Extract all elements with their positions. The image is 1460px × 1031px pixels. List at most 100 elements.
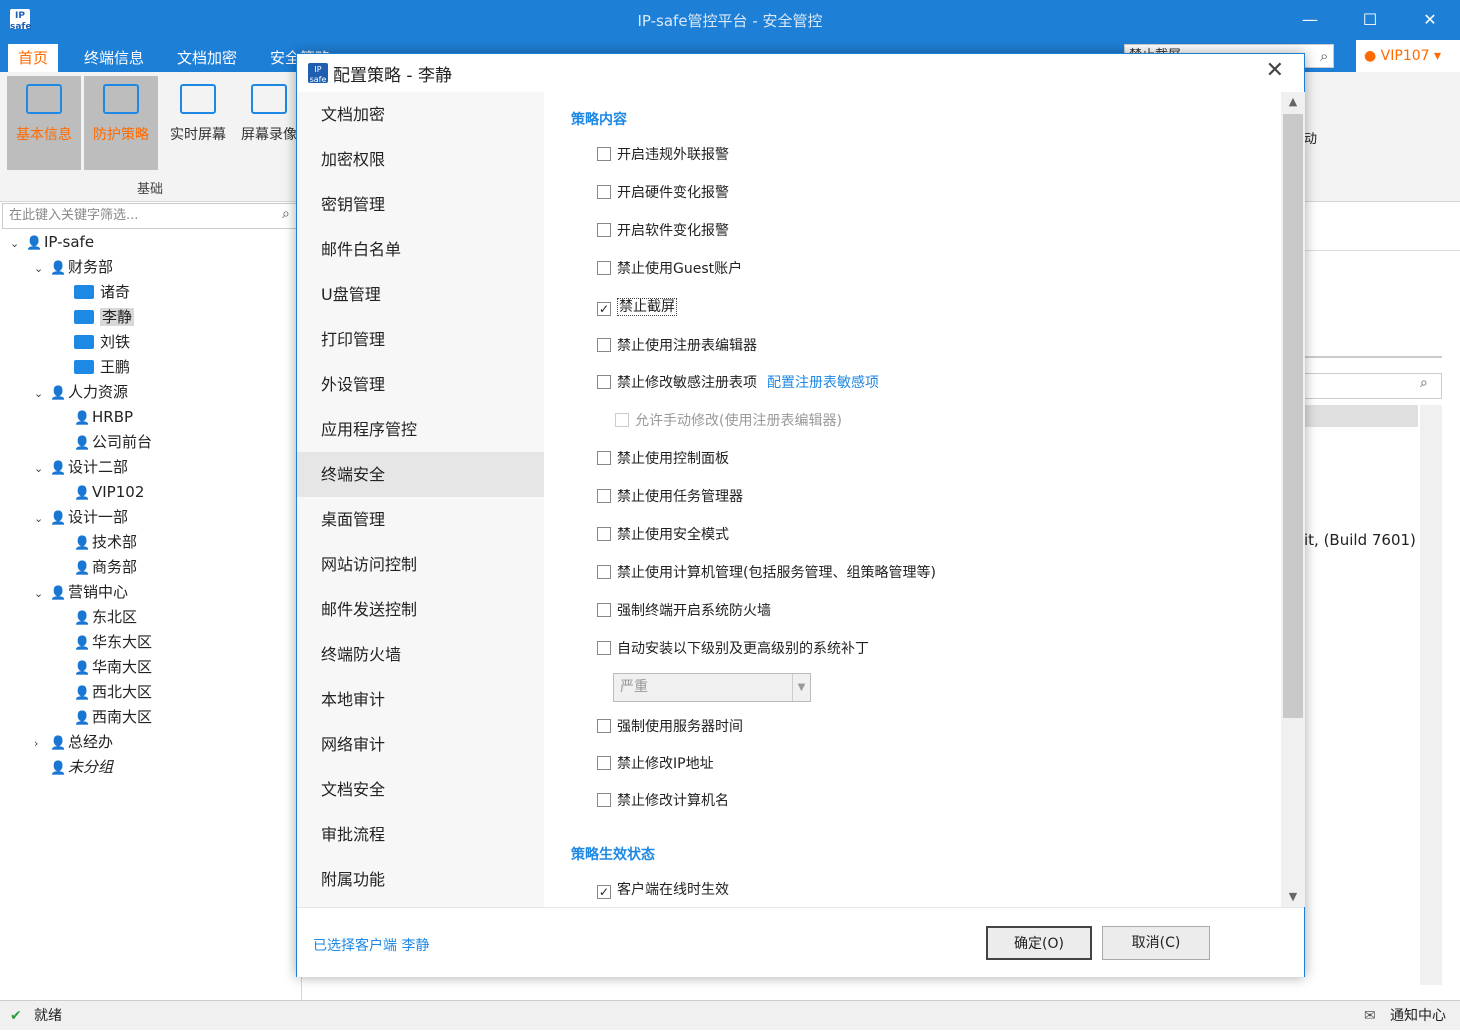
nav-item[interactable]: 应用程序管控 [297, 407, 544, 452]
tree-item-group[interactable]: 👤 技术部 [58, 530, 137, 554]
screen-record-button[interactable]: 屏幕录像 [238, 76, 300, 170]
tab-home[interactable]: 首页 [8, 44, 59, 72]
tree-item-group[interactable]: ⌄ 👤 设计二部 [34, 455, 128, 479]
expand-arrow-icon[interactable]: ⌄ [34, 382, 50, 406]
nav-item[interactable]: 打印管理 [297, 317, 544, 362]
user-menu[interactable]: ● VIP107 ▾ [1356, 40, 1460, 72]
checkbox[interactable] [597, 641, 611, 655]
checkbox[interactable]: ✓ [597, 885, 611, 899]
policy-option[interactable]: 禁止修改计算机名 [597, 790, 729, 812]
checkbox[interactable] [597, 223, 611, 237]
policy-option[interactable]: 强制使用服务器时间 [597, 716, 743, 738]
detail-scrollbar[interactable] [1420, 405, 1442, 985]
checkbox[interactable] [597, 261, 611, 275]
scroll-down-icon[interactable]: ▼ [1281, 887, 1305, 907]
policy-option[interactable]: 开启软件变化报警 [597, 220, 729, 242]
nav-item[interactable]: 终端安全 [297, 452, 544, 497]
tree-item-group[interactable]: 👤 西南大区 [58, 705, 152, 729]
checkbox[interactable] [615, 413, 629, 427]
checkbox[interactable] [597, 338, 611, 352]
basic-info-button[interactable]: 基本信息 [7, 76, 81, 170]
option-online-effective[interactable]: ✓ 客户端在线时生效 [597, 879, 729, 901]
scroll-thumb[interactable] [1283, 114, 1303, 718]
policy-option[interactable]: 禁止使用注册表编辑器 [597, 335, 757, 357]
ok-button[interactable]: 确定(O) [986, 926, 1092, 960]
tree-item-group[interactable]: ⌄ 👤 营销中心 [34, 580, 128, 604]
policy-option[interactable]: 强制终端开启系统防火墙 [597, 600, 771, 622]
tree-item-group[interactable]: 👤 HRBP [58, 405, 133, 429]
maximize-button[interactable]: ☐ [1350, 6, 1390, 34]
tab-doc-encrypt[interactable]: 文档加密 [167, 44, 247, 72]
expand-arrow-icon[interactable]: ⌄ [34, 457, 50, 481]
checkbox[interactable] [597, 793, 611, 807]
policy-option[interactable]: 开启硬件变化报警 [597, 182, 729, 204]
search-icon[interactable]: ⌕ [1420, 375, 1428, 391]
tree-item-group[interactable]: 👤 西北大区 [58, 680, 152, 704]
nav-item[interactable]: 文档加密 [297, 92, 544, 137]
tree-item-group[interactable]: 👤 商务部 [58, 555, 137, 579]
checkbox[interactable] [597, 756, 611, 770]
tree-item-client[interactable]: 王鹏 [58, 355, 130, 379]
checkbox[interactable] [597, 185, 611, 199]
checkbox[interactable] [597, 527, 611, 541]
checkbox[interactable]: ✓ [597, 302, 611, 316]
close-button[interactable]: ✕ [1410, 6, 1450, 34]
notification-center[interactable]: 通知中心 [1390, 1001, 1446, 1031]
expand-arrow-icon[interactable]: ⌄ [34, 507, 50, 531]
policy-option[interactable]: 禁止使用安全模式 [597, 524, 729, 546]
tree-item-group[interactable]: ⌄ 👤 人力资源 [34, 380, 128, 404]
checkbox[interactable] [597, 603, 611, 617]
tree-item-group[interactable]: 👤 VIP102 [58, 480, 144, 504]
checkbox[interactable] [597, 565, 611, 579]
nav-item[interactable]: 邮件白名单 [297, 227, 544, 272]
tree-item-group[interactable]: › 👤 总经办 [34, 730, 113, 754]
policy-option[interactable]: 禁止修改IP地址 [597, 753, 714, 775]
cancel-button[interactable]: 取消(C) [1102, 926, 1210, 960]
filter-input[interactable]: 在此键入关键字筛选... [2, 203, 302, 229]
checkbox[interactable] [597, 147, 611, 161]
nav-item[interactable]: 外设管理 [297, 362, 544, 407]
protection-policy-button[interactable]: 防护策略 [84, 76, 158, 170]
expand-arrow-icon[interactable]: ⌄ [34, 582, 50, 606]
nav-item[interactable]: 附属功能 [297, 857, 544, 902]
nav-item[interactable]: 本地审计 [297, 677, 544, 722]
tree-item-client[interactable]: 刘铁 [58, 330, 130, 354]
tree-item-client[interactable]: 李静 [58, 305, 135, 329]
tree-item-group[interactable]: 👤 华东大区 [58, 630, 152, 654]
content-scrollbar[interactable]: ▲ ▼ [1281, 92, 1305, 907]
policy-option[interactable]: 禁止使用Guest账户 [597, 258, 742, 280]
expand-arrow-icon[interactable]: ⌄ [10, 232, 26, 256]
nav-item[interactable]: 密钥管理 [297, 182, 544, 227]
nav-item[interactable]: 终端防火墙 [297, 632, 544, 677]
tree-item-group[interactable]: ⌄ 👤 设计一部 [34, 505, 128, 529]
config-registry-link[interactable]: 配置注册表敏感项 [767, 375, 879, 391]
tree-item-group[interactable]: 👤 华南大区 [58, 655, 152, 679]
tree-item-group[interactable]: 👤 东北区 [58, 605, 137, 629]
tab-terminal-info[interactable]: 终端信息 [74, 44, 154, 72]
policy-option[interactable]: 禁止使用任务管理器 [597, 486, 743, 508]
nav-item[interactable]: 网站访问控制 [297, 542, 544, 587]
minimize-button[interactable]: — [1290, 6, 1330, 34]
search-icon[interactable]: ⌕ [282, 206, 290, 222]
nav-item[interactable]: 桌面管理 [297, 497, 544, 542]
expand-arrow-icon[interactable]: › [34, 732, 50, 756]
checkbox[interactable] [597, 451, 611, 465]
policy-option[interactable]: 开启违规外联报警 [597, 144, 729, 166]
nav-item[interactable]: 审批流程 [297, 812, 544, 857]
policy-option[interactable]: 禁止使用计算机管理(包括服务管理、组策略管理等) [597, 562, 936, 584]
tree-item-group[interactable]: 👤 未分组 [34, 755, 113, 779]
close-icon[interactable]: ✕ [1266, 58, 1284, 83]
tree-item-group[interactable]: 👤 公司前台 [58, 430, 152, 454]
search-icon[interactable]: ⌕ [1320, 47, 1328, 65]
policy-option[interactable]: 禁止修改敏感注册表项 配置注册表敏感项 [597, 372, 879, 394]
patch-level-select[interactable]: 严重 ▼ [613, 673, 811, 702]
tree-item-client[interactable]: 诸奇 [58, 280, 130, 304]
nav-item[interactable]: 邮件发送控制 [297, 587, 544, 632]
nav-item[interactable]: U盘管理 [297, 272, 544, 317]
nav-item[interactable]: 文档安全 [297, 767, 544, 812]
checkbox[interactable] [597, 489, 611, 503]
policy-option[interactable]: ✓ 禁止截屏 [597, 296, 677, 318]
tree-item-group[interactable]: ⌄ 👤 财务部 [34, 255, 113, 279]
policy-option[interactable]: 允许手动修改(使用注册表编辑器) [615, 410, 842, 432]
tree-item-group[interactable]: ⌄ 👤 IP-safe [10, 230, 94, 254]
